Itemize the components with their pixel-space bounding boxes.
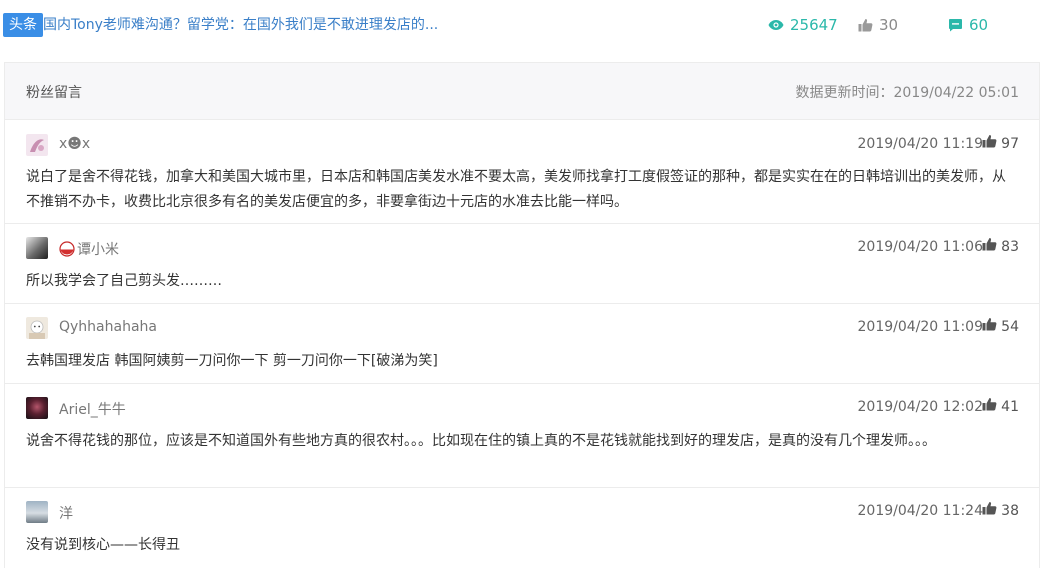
comment-author[interactable]: Qyhhahahaha bbox=[59, 319, 157, 335]
avatar[interactable] bbox=[26, 501, 48, 523]
comment-item: 谭小米 2019/04/20 11:06 83 所以我学会了自己剪头发……… bbox=[5, 224, 1039, 304]
comment-likes: 54 bbox=[1001, 319, 1019, 335]
comments-stat[interactable]: 60 bbox=[948, 14, 988, 36]
avatar[interactable] bbox=[26, 134, 48, 156]
comment-item: Qyhhahahaha 2019/04/20 11:09 54 去韩国理发店 韩… bbox=[5, 304, 1039, 384]
comment-author[interactable]: 洋 bbox=[59, 503, 73, 523]
thumbs-up-icon[interactable] bbox=[982, 397, 997, 411]
comment-text: 说白了是舍不得花钱，加拿大和美国大城市里，日本店和韩国店美发水准不要太高，美发师… bbox=[26, 169, 1006, 210]
comment-text: 去韩国理发店 韩国阿姨剪一刀问你一下 剪一刀问你一下[破涕为笑] bbox=[26, 353, 438, 369]
comment-item: 洋 2019/04/20 11:24 38 没有说到核心——长得丑 bbox=[5, 488, 1039, 568]
avatar[interactable] bbox=[26, 237, 48, 259]
thumbs-up-icon[interactable] bbox=[982, 317, 997, 331]
thumbs-up-icon bbox=[858, 19, 873, 32]
comment-icon bbox=[949, 19, 962, 32]
likes-count: 30 bbox=[879, 16, 899, 34]
headline-tag: 头条 bbox=[3, 13, 43, 37]
views-stat: 25647 bbox=[768, 14, 838, 36]
comment-author[interactable]: x☻x bbox=[59, 136, 90, 152]
likes-stat[interactable]: 30 bbox=[858, 14, 898, 36]
article-title-link[interactable]: 国内Tony老师难沟通？留学党：在国外我们是不敢进理发店的... bbox=[43, 15, 438, 35]
comment-time: 2019/04/20 11:06 bbox=[857, 239, 984, 255]
comment-author[interactable]: 谭小米 bbox=[77, 239, 119, 259]
avatar[interactable] bbox=[26, 317, 48, 339]
fan-comments-panel: 粉丝留言 数据更新时间：2019/04/22 05:01 x☻x 2019/04… bbox=[4, 62, 1040, 568]
thumbs-up-icon[interactable] bbox=[982, 237, 997, 251]
comment-text: 没有说到核心——长得丑 bbox=[26, 537, 180, 553]
comment-likes: 97 bbox=[1001, 136, 1019, 152]
comment-time: 2019/04/20 12:02 bbox=[857, 399, 984, 415]
comment-item: x☻x 2019/04/20 11:19 97 说白了是舍不得花钱，加拿大和美国… bbox=[5, 120, 1039, 224]
update-time: 数据更新时间：2019/04/22 05:01 bbox=[795, 85, 1020, 101]
avatar[interactable] bbox=[26, 397, 48, 419]
comment-likes: 41 bbox=[1001, 399, 1019, 415]
comment-text: 说舍不得花钱的那位，应该是不知道国外有些地方真的很农村。。。比如现在住的镇上真的… bbox=[26, 433, 936, 449]
comment-item: Ariel_牛牛 2019/04/20 12:02 41 说舍不得花钱的那位，应… bbox=[5, 384, 1039, 488]
comments-count: 60 bbox=[969, 16, 989, 34]
badge-icon bbox=[59, 241, 75, 257]
comment-text: 所以我学会了自己剪头发……… bbox=[26, 273, 222, 289]
eye-icon bbox=[768, 20, 784, 30]
comment-time: 2019/04/20 11:19 bbox=[857, 136, 984, 152]
thumbs-up-icon[interactable] bbox=[982, 134, 997, 148]
comment-time: 2019/04/20 11:09 bbox=[857, 319, 984, 335]
views-count: 25647 bbox=[790, 16, 838, 34]
comment-likes: 38 bbox=[1001, 503, 1019, 519]
comment-author[interactable]: Ariel_牛牛 bbox=[59, 399, 126, 419]
panel-header: 粉丝留言 数据更新时间：2019/04/22 05:01 bbox=[5, 63, 1039, 120]
article-bar: 头条 国内Tony老师难沟通？留学党：在国外我们是不敢进理发店的... 2564… bbox=[0, 0, 1043, 52]
comment-likes: 83 bbox=[1001, 239, 1019, 255]
thumbs-up-icon[interactable] bbox=[982, 501, 997, 515]
panel-title: 粉丝留言 bbox=[26, 85, 82, 101]
comment-time: 2019/04/20 11:24 bbox=[857, 503, 984, 519]
